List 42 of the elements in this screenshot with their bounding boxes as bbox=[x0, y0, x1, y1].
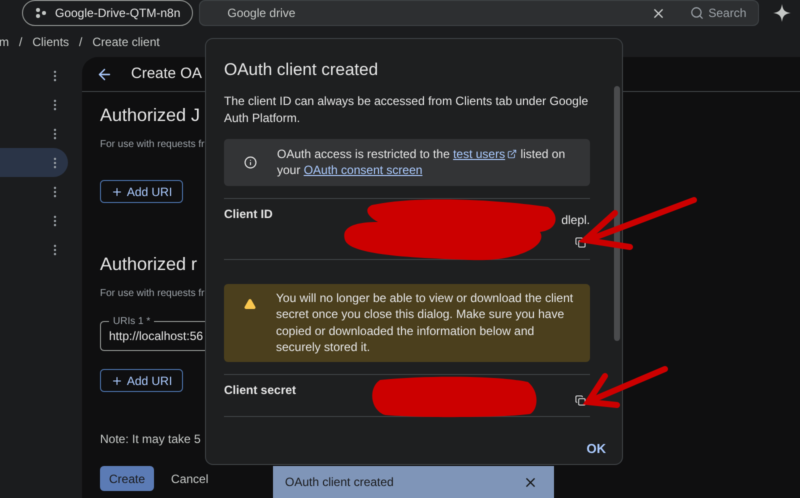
plus-icon bbox=[110, 374, 123, 386]
breadcrumb-separator: / bbox=[19, 34, 22, 50]
client-id-value: dlepl. bbox=[561, 212, 590, 228]
test-users-link[interactable]: test users bbox=[453, 146, 518, 162]
consent-screen-link[interactable]: OAuth consent screen bbox=[304, 163, 422, 177]
snackbar-text: OAuth client created bbox=[285, 474, 395, 491]
dialog-description: The client ID can always be accessed from Clients tab under Google Auth Platform. bbox=[224, 92, 590, 126]
project-chip[interactable]: Google-Drive-QTM-n8n bbox=[22, 0, 194, 26]
plus-icon bbox=[110, 186, 123, 198]
sparkle-icon[interactable] bbox=[773, 4, 792, 22]
search-button[interactable]: Search bbox=[690, 4, 746, 22]
create-button[interactable]: Create bbox=[100, 466, 154, 491]
section-hint: For use with requests fr bbox=[100, 138, 204, 152]
breadcrumb-link[interactable]: m bbox=[0, 32, 9, 50]
add-uri-button[interactable]: Add URI bbox=[100, 180, 183, 203]
copy-icon[interactable] bbox=[575, 236, 586, 248]
breadcrumb-link[interactable]: Clients bbox=[32, 32, 70, 50]
info-icon bbox=[244, 156, 257, 168]
search-icon bbox=[690, 6, 704, 20]
client-id-label: Client ID bbox=[224, 206, 274, 222]
dialog-title: OAuth client created bbox=[224, 59, 380, 81]
ok-button[interactable]: OK bbox=[586, 438, 606, 458]
warning-text: You will no longer be able to view or download the client secret once you close this dialog. Make sure you have copied or downloaded the information below and securely stored it. bbox=[276, 290, 574, 356]
section-heading: Authorized J bbox=[100, 104, 200, 127]
copy-icon[interactable] bbox=[575, 394, 586, 406]
project-icon bbox=[35, 7, 47, 19]
sidebar-item[interactable] bbox=[0, 148, 68, 177]
page-title: Create OA bbox=[131, 64, 202, 84]
info-text: OAuth access is restricted to the test users listed on your OAuth consent screen bbox=[277, 146, 566, 178]
client-secret-label: Client secret bbox=[224, 382, 298, 398]
external-link-icon bbox=[507, 149, 518, 159]
search-value: Google drive bbox=[227, 5, 296, 22]
add-uri-button[interactable]: Add URI bbox=[100, 369, 183, 392]
breadcrumb-separator: / bbox=[79, 34, 82, 50]
section-heading: Authorized r bbox=[100, 253, 198, 276]
section-hint: For use with requests fr bbox=[100, 287, 204, 301]
note-text: Note: It may take 5 bbox=[99, 431, 202, 448]
field-value: http://localhost:56 bbox=[109, 328, 204, 345]
breadcrumb-link[interactable]: Create client bbox=[92, 32, 160, 50]
cancel-button[interactable]: Cancel bbox=[162, 466, 218, 491]
warning-icon bbox=[244, 298, 256, 310]
search-bar[interactable]: Google drive Search bbox=[199, 0, 760, 26]
